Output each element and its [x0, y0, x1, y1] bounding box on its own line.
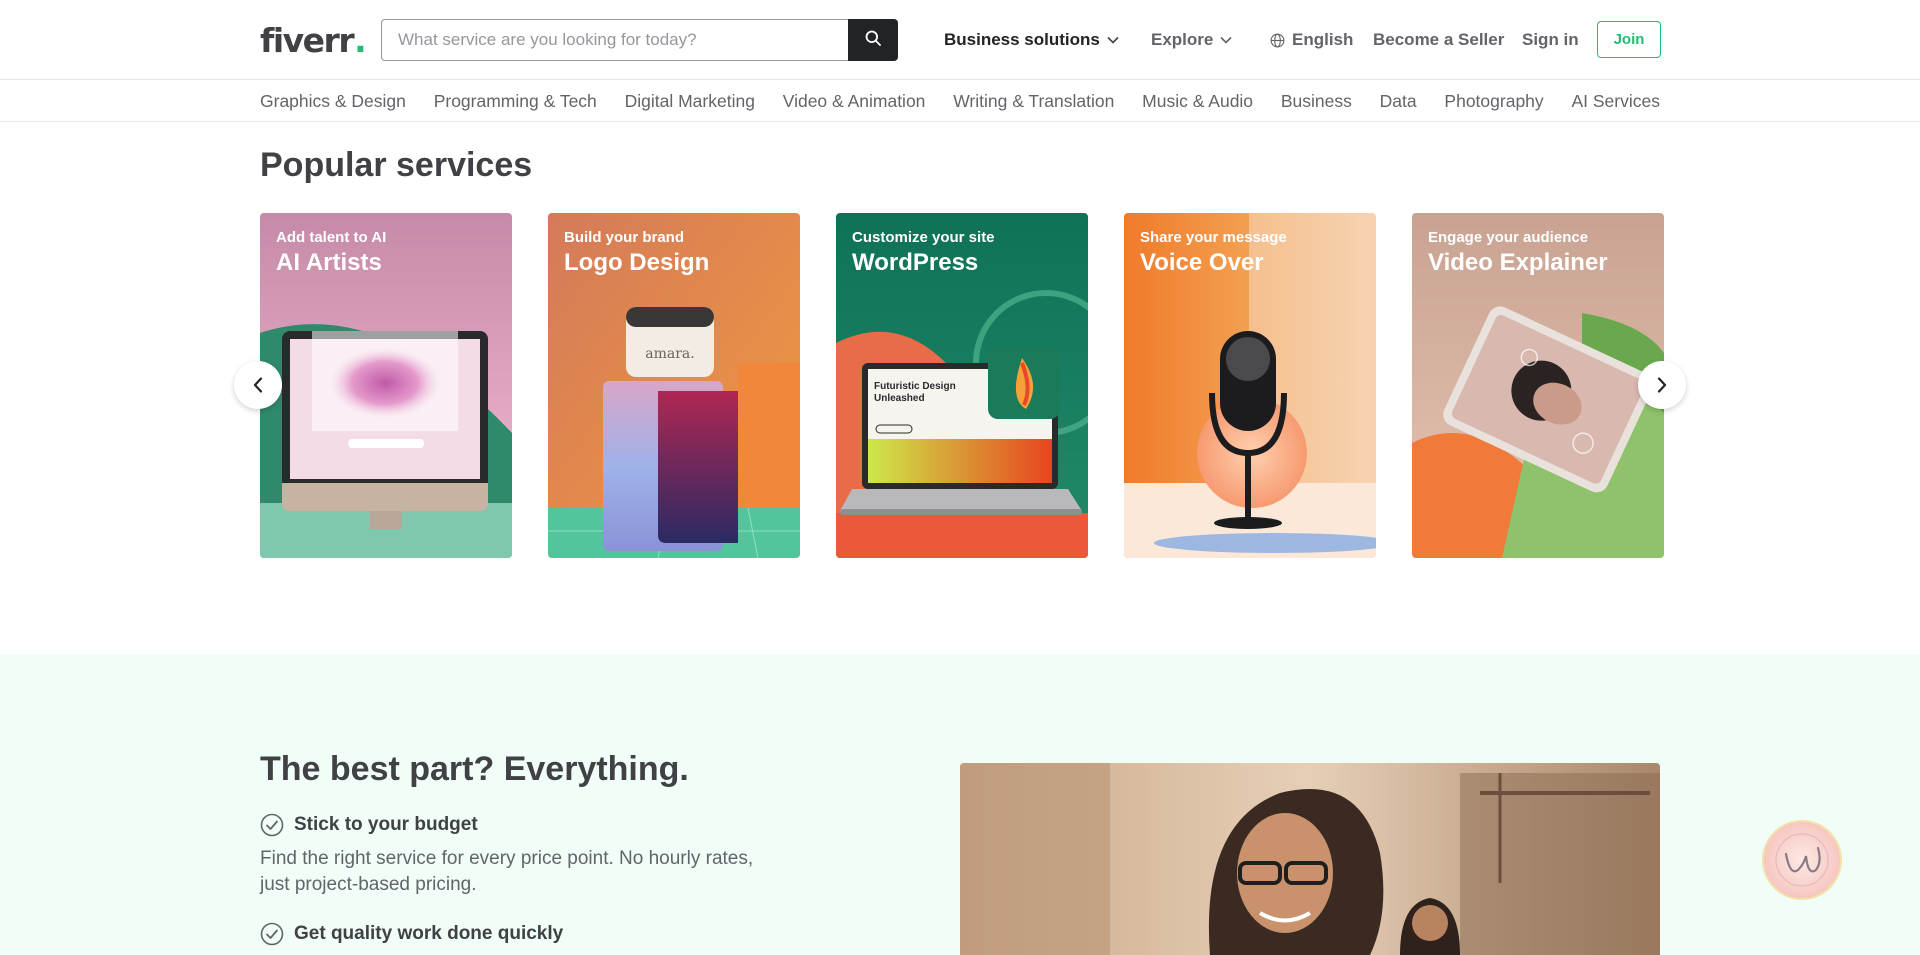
category-nav: Graphics & Design Programming & Tech Dig…	[0, 80, 1920, 122]
card-subtitle: Build your brand	[564, 229, 684, 246]
sign-in-label: Sign in	[1522, 30, 1579, 49]
category-digital-marketing[interactable]: Digital Marketing	[625, 91, 755, 112]
service-card-logo-design[interactable]: amara. Build your brand Logo Design	[548, 213, 800, 558]
carousel-prev-button[interactable]	[234, 361, 282, 409]
chevron-right-icon	[1657, 377, 1667, 393]
popular-services-title: Popular services	[260, 146, 533, 184]
site-header: fiverr. Business solutions Explore Engli…	[0, 0, 1920, 80]
logo-text: fiverr	[260, 20, 355, 60]
chevron-down-icon	[1220, 36, 1232, 44]
category-programming-tech[interactable]: Programming & Tech	[434, 91, 597, 112]
card-title: WordPress	[852, 249, 979, 276]
category-business[interactable]: Business	[1281, 91, 1352, 112]
business-solutions-label: Business solutions	[944, 30, 1100, 49]
chat-assistant-button[interactable]	[1762, 820, 1842, 900]
feature-heading: Get quality work done quickly	[294, 923, 564, 944]
service-card-video-explainer[interactable]: Engage your audience Video Explainer	[1412, 213, 1664, 558]
fiverr-logo[interactable]: fiverr.	[260, 20, 367, 60]
language-selector[interactable]: English	[1270, 20, 1353, 60]
category-music-audio[interactable]: Music & Audio	[1142, 91, 1253, 112]
laptop-headline-1: Futuristic Design	[874, 381, 956, 392]
become-seller-label: Become a Seller	[1373, 30, 1505, 49]
category-video-animation[interactable]: Video & Animation	[783, 91, 926, 112]
card-title: Logo Design	[564, 249, 710, 276]
freelancer-photo	[960, 763, 1660, 955]
category-ai-services[interactable]: AI Services	[1571, 91, 1660, 112]
card-title: Voice Over	[1140, 249, 1264, 276]
best-part-title: The best part? Everything.	[260, 750, 689, 788]
service-card-ai-artists[interactable]: Add talent to AI AI Artists	[260, 213, 512, 558]
chevron-down-icon	[1107, 36, 1119, 44]
category-graphics-design[interactable]: Graphics & Design	[260, 91, 406, 112]
globe-icon	[1270, 33, 1285, 48]
search-button[interactable]	[848, 19, 898, 61]
category-data[interactable]: Data	[1380, 91, 1417, 112]
search-input[interactable]	[381, 19, 848, 61]
category-writing-translation[interactable]: Writing & Translation	[953, 91, 1114, 112]
sign-in-link[interactable]: Sign in	[1522, 20, 1579, 60]
search-icon	[865, 30, 881, 51]
jar-label: amara.	[645, 346, 694, 362]
feature-quality: Get quality work done quickly	[260, 922, 563, 946]
feature-budget: Stick to your budget	[260, 813, 478, 837]
explore-menu[interactable]: Explore	[1151, 20, 1232, 60]
card-subtitle: Add talent to AI	[276, 229, 387, 246]
category-photography[interactable]: Photography	[1444, 91, 1543, 112]
card-title: Video Explainer	[1428, 249, 1608, 276]
card-subtitle: Engage your audience	[1428, 229, 1589, 246]
card-subtitle: Share your message	[1140, 229, 1287, 246]
join-button[interactable]: Join	[1597, 21, 1661, 58]
laptop-headline-2: Unleashed	[874, 393, 925, 404]
service-card-voice-over[interactable]: Share your message Voice Over	[1124, 213, 1376, 558]
business-solutions-menu[interactable]: Business solutions	[944, 20, 1119, 60]
feature-heading: Stick to your budget	[294, 814, 478, 835]
explore-label: Explore	[1151, 30, 1214, 49]
card-subtitle: Customize your site	[852, 229, 995, 246]
carousel-next-button[interactable]	[1638, 361, 1686, 409]
search-bar	[381, 19, 898, 61]
logo-dot: .	[354, 20, 367, 60]
become-seller-link[interactable]: Become a Seller	[1373, 20, 1504, 60]
check-circle-icon	[260, 813, 284, 837]
check-circle-icon	[260, 922, 284, 946]
feature-description: Find the right service for every price p…	[260, 848, 754, 895]
chevron-left-icon	[253, 377, 263, 393]
card-title: AI Artists	[276, 249, 382, 276]
service-card-wordpress[interactable]: Futuristic Design Unleashed Customize yo…	[836, 213, 1088, 558]
language-label: English	[1292, 30, 1354, 49]
